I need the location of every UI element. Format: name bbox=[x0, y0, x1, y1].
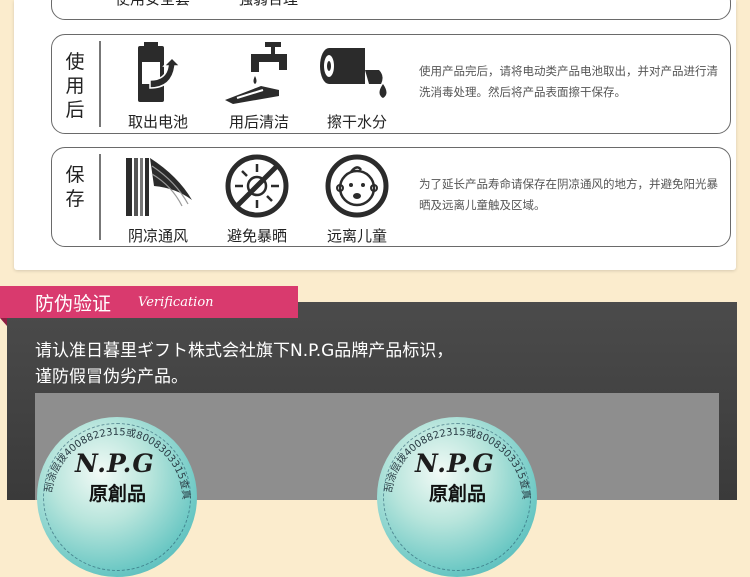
after-use-label: 使用后 bbox=[65, 51, 85, 121]
verification-tab: 防伪验证 Verification bbox=[0, 286, 298, 318]
seal-logo: N.P.G bbox=[415, 449, 495, 478]
verification-title: 防伪验证 bbox=[35, 293, 112, 315]
section-divider bbox=[99, 41, 101, 127]
item-caption: 远离儿童 bbox=[326, 227, 387, 245]
npg-seal-right: 刮涂层拨4008822315或8008303315查真伪 N.P.G 原創品 bbox=[377, 417, 537, 577]
npg-seal-left: 刮涂层拨4008822315或8008303315查真伪 N.P.G 原創品 bbox=[37, 417, 197, 577]
storage-panel: 保存 阴凉通风 避免暴晒 远离儿童 为了延长产品寿命请保存在阴凉通风的地方，并避… bbox=[51, 147, 731, 247]
item-caption: 用后清洁 bbox=[228, 113, 289, 131]
faucet-clean-icon bbox=[225, 42, 287, 104]
item-avoid-sun: 避免暴晒 bbox=[214, 154, 300, 246]
tissue-roll-icon bbox=[320, 48, 387, 98]
usage-panel-top: 使用安全套 强弱合理 bbox=[51, 0, 731, 20]
seal-logo: N.P.G bbox=[75, 449, 155, 478]
seal-original-text: 原創品 bbox=[429, 483, 487, 505]
verification-title-en: Verification bbox=[138, 295, 214, 310]
after-use-note: 使用产品完后，请将电动类产品电池取出，并对产品进行清洗消毒处理。然后将产品表面擦… bbox=[419, 64, 718, 99]
item-caption: 避免暴晒 bbox=[226, 227, 287, 245]
item-caption: 取出电池 bbox=[127, 113, 188, 131]
seal-original-text: 原創品 bbox=[89, 483, 147, 505]
item-clean-after-use: 用后清洁 bbox=[216, 40, 302, 132]
verification-text-line2: 谨防假冒伪劣产品。 bbox=[35, 367, 188, 387]
item-cool-ventilated: 阴凉通风 bbox=[115, 156, 201, 246]
item-dry-off: 擦干水分 bbox=[314, 40, 400, 132]
verification-text-line1: 请认准日暮里ギフト株式会社旗下N.P.G品牌产品标识， bbox=[35, 341, 454, 361]
top-caption-1: 使用安全套 bbox=[115, 0, 190, 9]
item-caption: 擦干水分 bbox=[326, 113, 387, 131]
item-keep-from-children: 远离儿童 bbox=[314, 154, 400, 246]
storage-label: 保存 bbox=[65, 164, 85, 210]
curtain-shade-icon bbox=[126, 158, 192, 216]
section-divider bbox=[99, 154, 101, 240]
tab-fold bbox=[0, 318, 7, 326]
no-child-icon bbox=[325, 154, 389, 218]
top-caption-2: 强弱合理 bbox=[238, 0, 298, 9]
no-sun-icon bbox=[225, 154, 289, 218]
item-caption: 阴凉通风 bbox=[127, 227, 188, 245]
after-use-panel: 使用后 取出电池 用后清洁 擦干水分 使用产品完后，请将电动类产品电池取出，并对… bbox=[51, 34, 731, 134]
usage-instructions-card: 使用安全套 强弱合理 使用后 取出电池 用 bbox=[14, 0, 736, 270]
battery-remove-icon bbox=[138, 42, 182, 102]
item-remove-battery: 取出电池 bbox=[115, 40, 201, 132]
verification-text: 请认准日暮里ギフト株式会社旗下N.P.G品牌产品标识， 谨防假冒伪劣产品。 bbox=[35, 338, 453, 390]
storage-note: 为了延长产品寿命请保存在阴凉通风的地方，并避免阳光暴晒及远离儿童触及区域。 bbox=[419, 177, 718, 212]
